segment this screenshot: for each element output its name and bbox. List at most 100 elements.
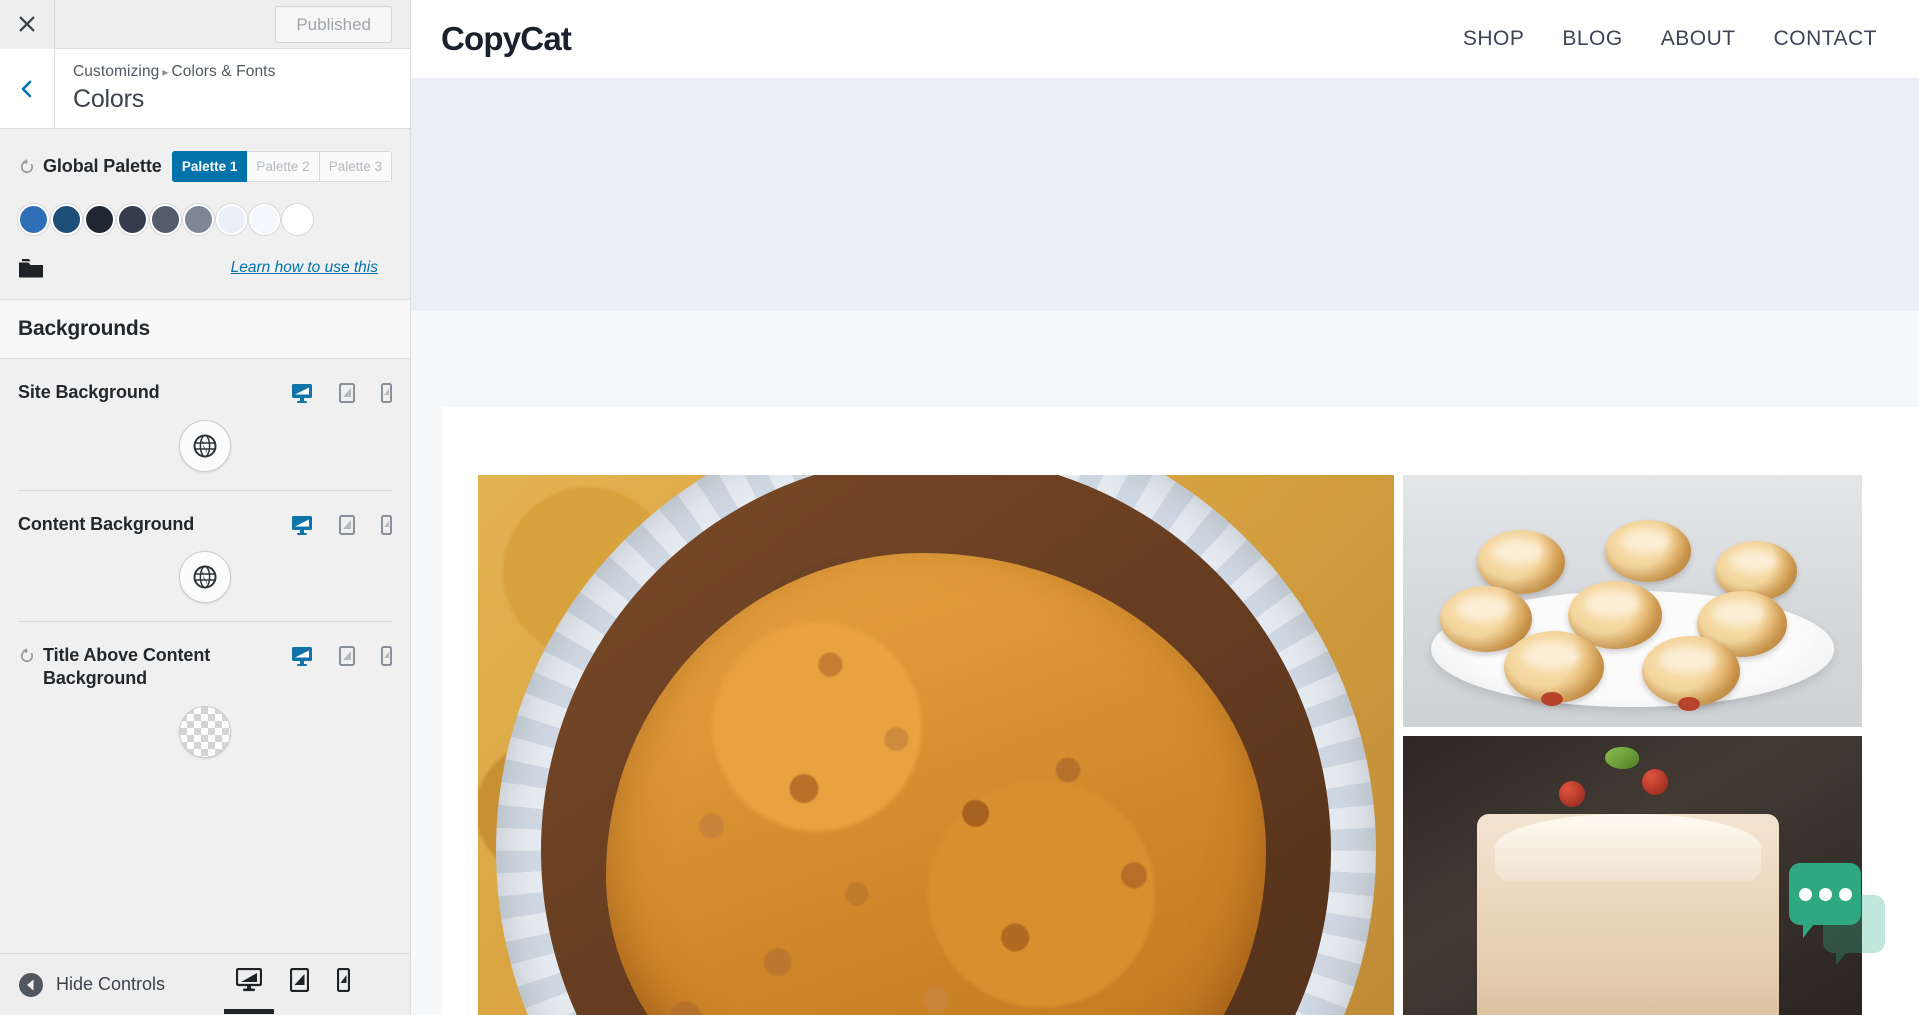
breadcrumb-parent[interactable]: Colors & Fonts: [172, 63, 276, 80]
palette-swatch[interactable]: [216, 204, 247, 235]
hero-band: [411, 79, 1919, 311]
global-palette-label: Global Palette: [43, 156, 162, 176]
mobile-icon[interactable]: [381, 514, 392, 535]
cake-cream: [1494, 814, 1762, 882]
content-background-swatch-wrap: [18, 551, 392, 604]
powdered-doughnuts-photo[interactable]: [1403, 475, 1862, 727]
title-above-content-device-group: [291, 644, 392, 667]
doughnut-photo-surface: [1403, 475, 1862, 727]
caramel-nut-chocolate-pie-photo[interactable]: [478, 475, 1395, 1015]
mint-leaf-decor: [1605, 747, 1640, 770]
page-title: Colors: [73, 85, 145, 113]
learn-how-to-use-link[interactable]: Learn how to use this: [231, 259, 392, 277]
nav-item-contact[interactable]: CONTACT: [1774, 27, 1877, 51]
pie-photo-surface: [478, 475, 1395, 1015]
site-background-swatch-wrap: [18, 419, 392, 472]
nav-item-about[interactable]: ABOUT: [1661, 27, 1736, 51]
site-background-row: Site Background: [18, 381, 392, 404]
palette-footer: Learn how to use this: [18, 257, 392, 279]
doughnut: [1641, 636, 1740, 707]
jam-filling: [1540, 691, 1563, 706]
doughnut: [1715, 540, 1798, 601]
tablet-icon[interactable]: [339, 646, 355, 667]
palette-swatch[interactable]: [51, 204, 82, 235]
doughnut: [1605, 520, 1692, 583]
content-background-label-wrap: Content Background: [18, 513, 291, 536]
chat-bubble-icon[interactable]: [1789, 863, 1861, 938]
content-background-color-picker[interactable]: [179, 551, 231, 604]
close-customizer-button[interactable]: [0, 0, 55, 49]
publish-button[interactable]: Published: [275, 5, 392, 43]
globe-icon: [193, 565, 217, 589]
site-header: CopyCat SHOP BLOG ABOUT CONTACT: [411, 0, 1919, 79]
palette-swatch[interactable]: [18, 204, 49, 235]
footer-mobile-icon[interactable]: [337, 967, 350, 1002]
palette-swatch[interactable]: [249, 204, 280, 235]
palette-tab-2[interactable]: Palette 2: [247, 151, 320, 182]
globe-icon: [193, 434, 217, 458]
chat-widget[interactable]: [1789, 863, 1885, 965]
content-background-label: Content Background: [18, 513, 195, 534]
content-background-row: Content Background: [18, 513, 392, 536]
palette-tab-3[interactable]: Palette 3: [319, 151, 392, 182]
global-palette-control: Global Palette Palette 1 Palette 2 Palet…: [0, 129, 410, 299]
palette-swatch[interactable]: [84, 204, 115, 235]
content-card: [442, 407, 1919, 1015]
desktop-icon[interactable]: [291, 383, 313, 403]
site-background-label: Site Background: [18, 382, 160, 402]
chat-dot: [1838, 887, 1852, 901]
content-background-device-group: [291, 513, 392, 535]
footer-desktop-icon[interactable]: [224, 967, 274, 1014]
palette-swatch-row: [18, 204, 392, 235]
palette-swatch[interactable]: [150, 204, 181, 235]
tablet-icon[interactable]: [339, 514, 355, 535]
customizer-body: Global Palette Palette 1 Palette 2 Palet…: [0, 129, 410, 953]
doughnut: [1476, 530, 1565, 595]
palette-tab-1[interactable]: Palette 1: [171, 151, 248, 182]
palette-tab-group: Palette 1 Palette 2 Palette 3: [171, 151, 392, 182]
content-background-control: Content Background: [0, 489, 410, 622]
site-logo[interactable]: CopyCat: [441, 20, 572, 58]
collapse-arrow-icon: [19, 972, 43, 997]
footer-tablet-icon[interactable]: [290, 967, 309, 1002]
hide-controls-button[interactable]: Hide Controls: [18, 972, 165, 998]
mobile-icon[interactable]: [381, 383, 392, 403]
tablet-icon[interactable]: [339, 383, 355, 403]
site-background-color-picker[interactable]: [179, 419, 231, 472]
breadcrumb: Customizing ▸ Colors & Fonts: [73, 63, 275, 81]
jam-filling: [1678, 696, 1701, 711]
reset-icon[interactable]: [18, 647, 36, 665]
reset-icon[interactable]: [18, 158, 36, 176]
nav-item-shop[interactable]: SHOP: [1463, 27, 1525, 51]
mobile-icon[interactable]: [381, 646, 392, 667]
title-above-content-background-row: Title Above Content Background: [18, 644, 392, 689]
title-above-content-background-control: Title Above Content Background: [0, 621, 410, 775]
title-above-content-color-picker[interactable]: [179, 705, 231, 758]
folder-icon[interactable]: [18, 257, 44, 279]
berry-decor: [1559, 780, 1586, 807]
desktop-icon[interactable]: [291, 646, 313, 667]
backgrounds-section-heading: Backgrounds: [0, 299, 410, 359]
image-gallery: [478, 475, 1862, 1015]
customizer-panel: Published Customizing ▸ Colors & Fonts Col…: [0, 0, 411, 1015]
palette-swatch[interactable]: [183, 204, 214, 235]
back-button[interactable]: [0, 49, 55, 128]
breadcrumb-separator: ▸: [162, 65, 169, 79]
breadcrumb-root[interactable]: Customizing: [73, 63, 159, 80]
customizer-topbar: Published: [0, 0, 410, 49]
global-palette-header: Global Palette Palette 1 Palette 2 Palet…: [18, 151, 392, 182]
palette-swatch[interactable]: [117, 204, 148, 235]
palette-swatch[interactable]: [282, 204, 313, 235]
title-above-content-background-label: Title Above Content Background: [43, 645, 211, 689]
pie-nut-topping: [606, 553, 1267, 1015]
pie-caramel-layer: [606, 553, 1267, 1015]
site-background-device-group: [291, 381, 392, 403]
nav-item-blog[interactable]: BLOG: [1562, 27, 1622, 51]
chevron-left-icon: [21, 80, 32, 97]
title-above-content-label-wrap: Title Above Content Background: [18, 644, 291, 689]
close-icon: [19, 16, 35, 32]
desktop-icon[interactable]: [291, 515, 313, 535]
pie-dish: [496, 475, 1377, 1015]
berry-decor: [1641, 769, 1668, 796]
mid-band: [411, 311, 1919, 407]
